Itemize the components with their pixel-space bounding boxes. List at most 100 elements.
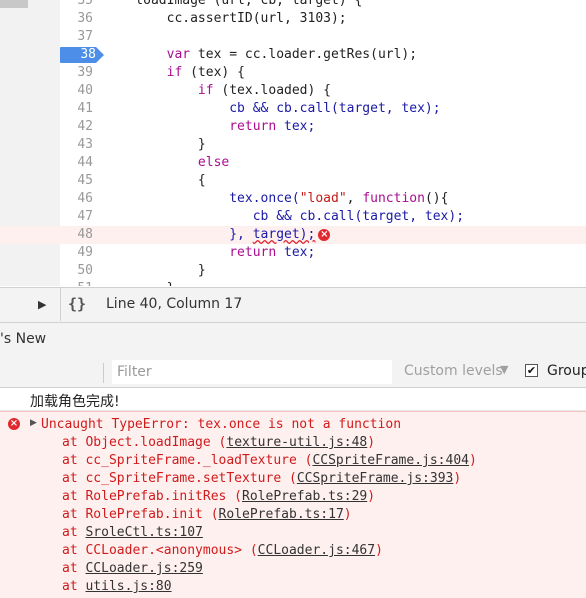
frame-text: ) — [343, 507, 352, 522]
code-line[interactable]: 40 if (tex.loaded) { — [0, 82, 586, 100]
frame-text: at cc_SpriteFrame.setTexture ( — [62, 471, 297, 486]
code-fragment: tex; — [276, 245, 316, 260]
source-link[interactable]: CCSpriteFrame.js:393 — [297, 471, 454, 486]
stack-frame: at cc_SpriteFrame.setTexture (CCSpriteFr… — [62, 470, 461, 488]
stack-frame: at cc_SpriteFrame._loadTexture (CCSprite… — [62, 452, 477, 470]
line-number[interactable]: 46 — [60, 190, 93, 208]
line-number[interactable]: 43 — [60, 136, 93, 154]
code-line[interactable]: 45 { — [0, 172, 586, 190]
code-fragment: tex; — [276, 119, 316, 134]
keyword: if — [166, 65, 183, 80]
line-number[interactable]: 48 — [60, 226, 93, 244]
line-number[interactable]: 45 — [60, 172, 93, 190]
code-fragment: { — [197, 173, 206, 188]
code-line-breakpoint[interactable]: 38 var tex = cc.loader.getRes(url); — [0, 46, 586, 64]
code-text: }, target); × — [104, 226, 331, 244]
source-link[interactable]: texture-util.js:48 — [226, 435, 367, 450]
line-number[interactable]: 36 — [60, 10, 93, 28]
code-text: var tex = cc.loader.getRes(url); — [104, 46, 417, 64]
line-number[interactable]: 42 — [60, 118, 93, 136]
line-number[interactable]: 35 — [60, 0, 93, 10]
keyword: var — [166, 47, 191, 62]
line-number[interactable]: 40 — [60, 82, 93, 100]
play-arrow-icon[interactable]: ▶ — [38, 298, 46, 311]
code-fragment: , — [346, 191, 363, 206]
navigator-footer: ▶ — [0, 288, 60, 322]
tab-whats-new[interactable]: 's New — [0, 331, 46, 347]
frame-text: at Object.loadImage ( — [62, 435, 227, 450]
error-icon[interactable]: × — [318, 228, 331, 241]
code-line[interactable]: 49 return tex; — [0, 244, 586, 262]
line-number[interactable]: 37 — [60, 28, 93, 46]
error-text: Uncaught TypeError: tex.once is not a fu… — [41, 417, 402, 432]
frame-text: ) — [469, 453, 477, 468]
code-fragment: (tex) { — [182, 65, 245, 80]
keyword: if — [197, 83, 214, 98]
console-output: 加载角色完成! × ▶ Uncaught TypeError: tex.once… — [0, 388, 586, 598]
code-line[interactable]: 41 cb && cb.call(target, tex); — [0, 100, 586, 118]
error-squiggle: target); — [252, 227, 316, 242]
code-fragment: (tex.loaded) { — [213, 83, 331, 98]
frame-text: at RolePrefab.initRes ( — [62, 489, 243, 504]
line-number[interactable]: 50 — [60, 262, 93, 280]
stack-frame: at CCLoader.js:259 — [62, 560, 203, 578]
line-number[interactable]: 49 — [60, 244, 93, 262]
source-link[interactable]: RolePrefab.ts:29 — [242, 489, 367, 504]
frame-text: at cc_SpriteFrame._loadTexture ( — [62, 453, 313, 468]
code-fragment: cb && cb.call(target, tex); — [252, 209, 465, 224]
expand-triangle-icon[interactable]: ▶ — [30, 418, 37, 428]
line-number[interactable]: 39 — [60, 64, 93, 82]
source-link[interactable]: RolePrefab.ts:17 — [219, 507, 344, 522]
source-link[interactable]: SroleCtl.ts:107 — [85, 525, 202, 540]
console-toolbar: Filter Custom levels ▼ ✔ Group — [0, 357, 586, 388]
console-error-message: × ▶ Uncaught TypeError: tex.once is not … — [0, 411, 586, 598]
code-line[interactable]: 44 else — [0, 154, 586, 172]
stack-frame: at CCLoader.<anonymous> (CCLoader.js:467… — [62, 542, 383, 560]
console-log-message: 加载角色完成! — [0, 388, 586, 411]
line-number[interactable]: 41 — [60, 100, 93, 118]
code-line[interactable]: 35 loadImage (url, cb, target) { — [0, 0, 586, 10]
frame-text: at — [62, 525, 86, 540]
code-line[interactable]: 50 } — [0, 262, 586, 280]
line-number[interactable]: 51 — [60, 280, 93, 286]
code-text: if (tex.loaded) { — [104, 82, 331, 100]
frame-text: ) — [367, 435, 376, 450]
code-line[interactable]: 43 } — [0, 136, 586, 154]
stack-frame: at utils.js:80 — [62, 578, 172, 596]
code-line[interactable]: 46 tex.once("load", function(){ — [0, 190, 586, 208]
frame-text: ) — [453, 471, 462, 486]
frame-text: at CCLoader.<anonymous> ( — [62, 543, 258, 558]
group-similar-checkbox[interactable]: ✔ — [525, 364, 538, 377]
source-link[interactable]: CCLoader.js:467 — [258, 543, 375, 558]
stack-frame: at SroleCtl.ts:107 — [62, 524, 203, 542]
drawer-tab-bar: 's New — [0, 322, 586, 358]
source-link[interactable]: CCLoader.js:259 — [85, 561, 202, 576]
line-number[interactable]: 47 — [60, 208, 93, 226]
cursor-position: Line 40, Column 17 — [106, 296, 243, 312]
source-link[interactable]: utils.js:80 — [85, 579, 171, 594]
divider — [60, 287, 61, 321]
code-text: cb && cb.call(target, tex); — [104, 208, 464, 226]
code-line[interactable]: 36 cc.assertID(url, 3103); — [0, 10, 586, 28]
breakpoint-marker[interactable]: 38 — [60, 47, 104, 63]
code-line[interactable]: 42 return tex; — [0, 118, 586, 136]
stack-frame: at Object.loadImage (texture-util.js:48) — [62, 434, 375, 452]
filter-input[interactable]: Filter — [112, 360, 392, 384]
pretty-print-button[interactable]: {} — [68, 295, 86, 313]
frame-text: ) — [375, 543, 383, 558]
dropdown-arrow-icon[interactable]: ▼ — [500, 363, 508, 376]
source-link[interactable]: CCSpriteFrame.js:404 — [312, 453, 469, 468]
divider — [103, 363, 104, 383]
keyword: function — [362, 191, 425, 206]
line-number[interactable]: 44 — [60, 154, 93, 172]
code-line-error[interactable]: 48 }, target); × — [0, 226, 586, 244]
code-editor[interactable]: 35 loadImage (url, cb, target) { 36 cc.a… — [0, 0, 586, 286]
code-line[interactable]: 37 — [0, 28, 586, 46]
code-line[interactable]: 47 cb && cb.call(target, tex); — [0, 208, 586, 226]
code-line[interactable]: 39 if (tex) { — [0, 64, 586, 82]
code-line[interactable]: 51 } — [0, 280, 586, 286]
frame-text: at — [62, 579, 86, 594]
custom-levels-dropdown[interactable]: Custom levels — [404, 363, 503, 379]
code-fragment: } — [167, 281, 175, 286]
code-text: cc.assertID(url, 3103); — [104, 11, 347, 26]
